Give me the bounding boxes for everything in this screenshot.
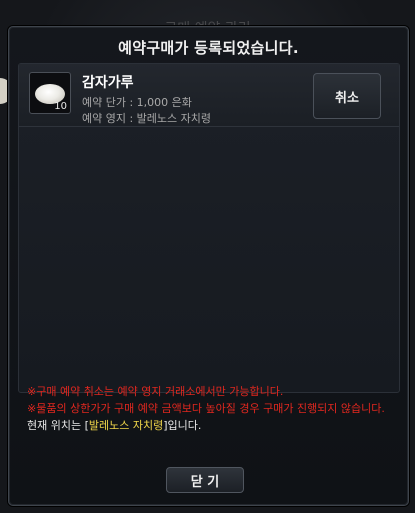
item-name: 감자가루 [82, 75, 134, 91]
reservation-list-panel: 10 감자가루 예약 단가 : 1,000 은화 예약 영지 : 발레노스 자치… [18, 63, 400, 393]
reservation-price: 예약 단가 : 1,000 은화 [82, 96, 192, 109]
location-name: 발레노스 자치령 [88, 419, 164, 432]
reservation-row: 10 감자가루 예약 단가 : 1,000 은화 예약 영지 : 발레노스 자치… [19, 64, 399, 127]
item-quantity: 10 [54, 101, 67, 112]
reservation-territory: 예약 영지 : 발레노스 자치령 [82, 112, 212, 125]
purchase-reservation-dialog: 예약구매가 등록되었습니다. 10 감자가루 예약 단가 : 1,000 은화 … [8, 26, 409, 506]
notice-area: ※구매 예약 취소는 예약 영지 거래소에서만 가능합니다. ※물품의 상한가가… [27, 383, 397, 434]
dialog-title: 예약구매가 등록되었습니다. [118, 39, 299, 57]
item-slot[interactable]: 10 [29, 72, 71, 114]
notice-cancel-info: ※구매 예약 취소는 예약 영지 거래소에서만 가능합니다. [27, 385, 284, 398]
location-suffix: ]입니다. [163, 419, 202, 432]
close-button[interactable]: 닫 기 [166, 467, 244, 493]
notice-price-limit: ※물품의 상한가가 구매 예약 금액보다 높아질 경우 구매가 진행되지 않습니… [27, 402, 385, 415]
cancel-reservation-button[interactable]: 취소 [313, 73, 381, 119]
current-location: 현재 위치는 [발레노스 자치령]입니다. [27, 417, 397, 434]
location-prefix: 현재 위치는 [ [27, 419, 89, 432]
